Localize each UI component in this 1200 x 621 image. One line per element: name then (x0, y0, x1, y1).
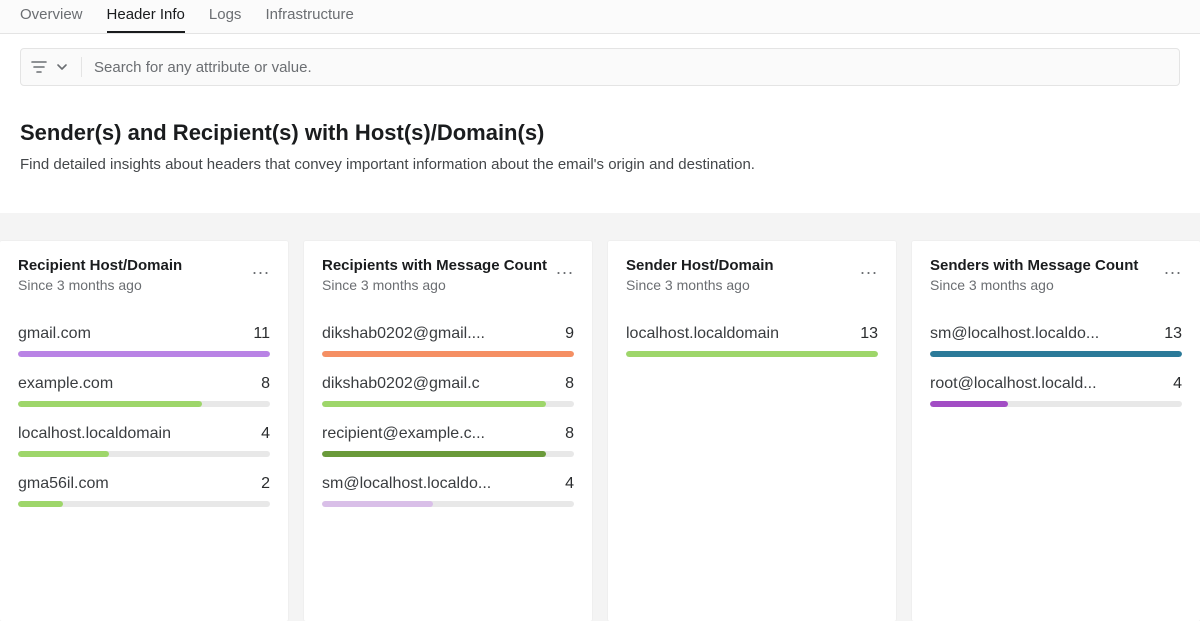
bar-fill (930, 401, 1008, 407)
tab-logs[interactable]: Logs (209, 0, 242, 33)
divider (81, 57, 82, 77)
bar-fill (322, 351, 574, 357)
list-item[interactable]: recipient@example.c... 8 (322, 425, 574, 443)
panel-titles: Sender Host/DomainSince 3 months ago (626, 257, 780, 293)
row-value: 4 (261, 425, 270, 443)
panel-header: Senders with Message CountSince 3 months… (930, 257, 1182, 313)
panel-title: Sender Host/Domain (626, 257, 774, 276)
row-label: gmail.com (18, 325, 91, 343)
list-item[interactable]: gmail.com 11 (18, 325, 270, 343)
row-value: 9 (565, 325, 574, 343)
row-label: dikshab0202@gmail.... (322, 325, 485, 343)
bar-track (322, 351, 574, 357)
bar-fill (322, 401, 546, 407)
row-label: example.com (18, 375, 113, 393)
panel-header: Sender Host/DomainSince 3 months ago... (626, 257, 878, 313)
panels-row: Recipient Host/DomainSince 3 months ago.… (0, 213, 1200, 621)
row-value: 4 (565, 475, 574, 493)
panel-menu-icon[interactable]: ... (556, 259, 574, 277)
bar-track (930, 351, 1182, 357)
row-label: recipient@example.c... (322, 425, 485, 443)
tab-overview[interactable]: Overview (20, 0, 83, 33)
panel-title: Recipient Host/Domain (18, 257, 182, 276)
panel-subtitle: Since 3 months ago (322, 277, 547, 293)
panel-subtitle: Since 3 months ago (930, 277, 1138, 293)
bar-fill (322, 501, 433, 507)
list-item[interactable]: sm@localhost.localdo... 4 (322, 475, 574, 493)
bar-track (322, 501, 574, 507)
list-item[interactable]: example.com 8 (18, 375, 270, 393)
panel: Recipients with Message CountSince 3 mon… (304, 241, 592, 621)
list-item[interactable]: localhost.localdomain 13 (626, 325, 878, 343)
bar-track (18, 351, 270, 357)
bar-track (626, 351, 878, 357)
row-label: dikshab0202@gmail.c (322, 375, 480, 393)
panel-titles: Senders with Message CountSince 3 months… (930, 257, 1144, 293)
panel-rows: sm@localhost.localdo... 13 root@localhost.… (930, 325, 1182, 407)
panel: Senders with Message CountSince 3 months… (912, 241, 1200, 621)
bar-track (18, 451, 270, 457)
panel-subtitle: Since 3 months ago (626, 277, 774, 293)
page-description: Find detailed insights about headers tha… (20, 156, 1180, 173)
list-item[interactable]: dikshab0202@gmail.... 9 (322, 325, 574, 343)
bar-fill (626, 351, 878, 357)
bar-fill (930, 351, 1182, 357)
top-tabs: Overview Header Info Logs Infrastructure (0, 0, 1200, 34)
panel-title: Recipients with Message Count (322, 257, 547, 276)
panel-menu-icon[interactable]: ... (1164, 259, 1182, 277)
bar-fill (18, 501, 63, 507)
list-item[interactable]: sm@localhost.localdo... 13 (930, 325, 1182, 343)
panel-titles: Recipients with Message CountSince 3 mon… (322, 257, 553, 293)
section-header: Sender(s) and Recipient(s) with Host(s)/… (0, 86, 1200, 191)
tab-infrastructure[interactable]: Infrastructure (265, 0, 353, 33)
bar-track (322, 451, 574, 457)
row-label: root@localhost.locald... (930, 375, 1097, 393)
list-item[interactable]: localhost.localdomain 4 (18, 425, 270, 443)
panel-rows: gmail.com 11 example.com 8 localhost.localdo… (18, 325, 270, 507)
row-value: 11 (253, 325, 270, 343)
row-label: localhost.localdomain (18, 425, 171, 443)
panel-menu-icon[interactable]: ... (252, 259, 270, 277)
tab-header-info[interactable]: Header Info (107, 0, 185, 33)
bar-fill (322, 451, 546, 457)
panel: Recipient Host/DomainSince 3 months ago.… (0, 241, 288, 621)
panel-titles: Recipient Host/DomainSince 3 months ago (18, 257, 188, 293)
panel-rows: dikshab0202@gmail....9dikshab0202@gmail.… (322, 325, 574, 507)
panel-rows: localhost.localdomain 13 (626, 325, 878, 357)
row-label: sm@localhost.localdo... (930, 325, 1099, 343)
list-item[interactable]: root@localhost.locald... 4 (930, 375, 1182, 393)
row-value: 13 (1164, 325, 1182, 343)
bar-fill (18, 351, 270, 357)
bar-track (18, 401, 270, 407)
panel-header: Recipient Host/DomainSince 3 months ago.… (18, 257, 270, 313)
row-label: gma56il.com (18, 475, 109, 493)
page-title: Sender(s) and Recipient(s) with Host(s)/… (20, 120, 1180, 146)
row-value: 13 (860, 325, 878, 343)
filter-icon[interactable] (31, 60, 47, 74)
panel-header: Recipients with Message CountSince 3 mon… (322, 257, 574, 313)
row-value: 8 (565, 425, 574, 443)
bar-track (930, 401, 1182, 407)
bar-track (322, 401, 574, 407)
row-label: localhost.localdomain (626, 325, 779, 343)
panel-title: Senders with Message Count (930, 257, 1138, 276)
chevron-down-icon[interactable] (55, 60, 69, 74)
row-value: 4 (1173, 375, 1182, 393)
row-value: 8 (565, 375, 574, 393)
list-item[interactable]: dikshab0202@gmail.c 8 (322, 375, 574, 393)
row-value: 8 (261, 375, 270, 393)
search-input[interactable] (94, 59, 1169, 76)
bar-fill (18, 401, 202, 407)
search-bar[interactable] (20, 48, 1180, 86)
panel-subtitle: Since 3 months ago (18, 277, 182, 293)
panel: Sender Host/DomainSince 3 months ago... l… (608, 241, 896, 621)
row-label: sm@localhost.localdo... (322, 475, 491, 493)
list-item[interactable]: gma56il.com 2 (18, 475, 270, 493)
row-value: 2 (261, 475, 270, 493)
bar-track (18, 501, 270, 507)
bar-fill (18, 451, 109, 457)
panel-menu-icon[interactable]: ... (860, 259, 878, 277)
